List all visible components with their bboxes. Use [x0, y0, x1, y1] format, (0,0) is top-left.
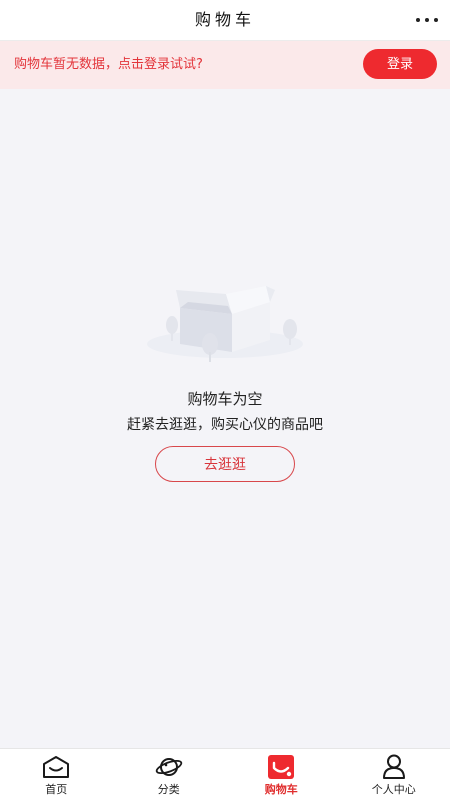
tab-cart[interactable]: 购物车	[225, 749, 338, 800]
tab-category[interactable]: 分类	[113, 749, 226, 800]
cart-page: 购物车 购物车暂无数据，点击登录试试? 登录 购物车为空 赶紧去逛逛，购买心仪的…	[0, 0, 450, 800]
bottom-tab-bar: 首页 分类 购物车 个人中心	[0, 748, 450, 800]
tab-home-label: 首页	[45, 783, 68, 796]
go-shopping-button[interactable]: 去逛逛	[155, 446, 295, 482]
more-dots-icon[interactable]	[416, 10, 438, 30]
home-icon	[41, 754, 71, 780]
login-tip-text: 购物车暂无数据，点击登录试试?	[14, 57, 203, 72]
tab-category-label: 分类	[157, 783, 180, 796]
cart-icon	[266, 754, 296, 780]
tab-profile[interactable]: 个人中心	[338, 749, 450, 800]
user-icon	[379, 754, 409, 780]
page-title: 购物车	[194, 10, 255, 29]
tab-cart-label: 购物车	[264, 783, 298, 796]
dot	[416, 18, 420, 22]
dot	[425, 18, 429, 22]
planet-icon	[154, 754, 184, 780]
login-banner: 购物车暂无数据，点击登录试试? 登录	[0, 41, 450, 89]
empty-cart-title: 购物车为空	[187, 390, 263, 408]
top-bar: 购物车	[0, 0, 450, 41]
empty-box-icon	[147, 286, 303, 362]
tab-home[interactable]: 首页	[0, 749, 113, 800]
tab-profile-label: 个人中心	[371, 783, 416, 796]
login-button[interactable]: 登录	[363, 49, 437, 79]
empty-cart-description: 赶紧去逛逛，购买心仪的商品吧	[127, 417, 323, 433]
dot	[434, 18, 438, 22]
